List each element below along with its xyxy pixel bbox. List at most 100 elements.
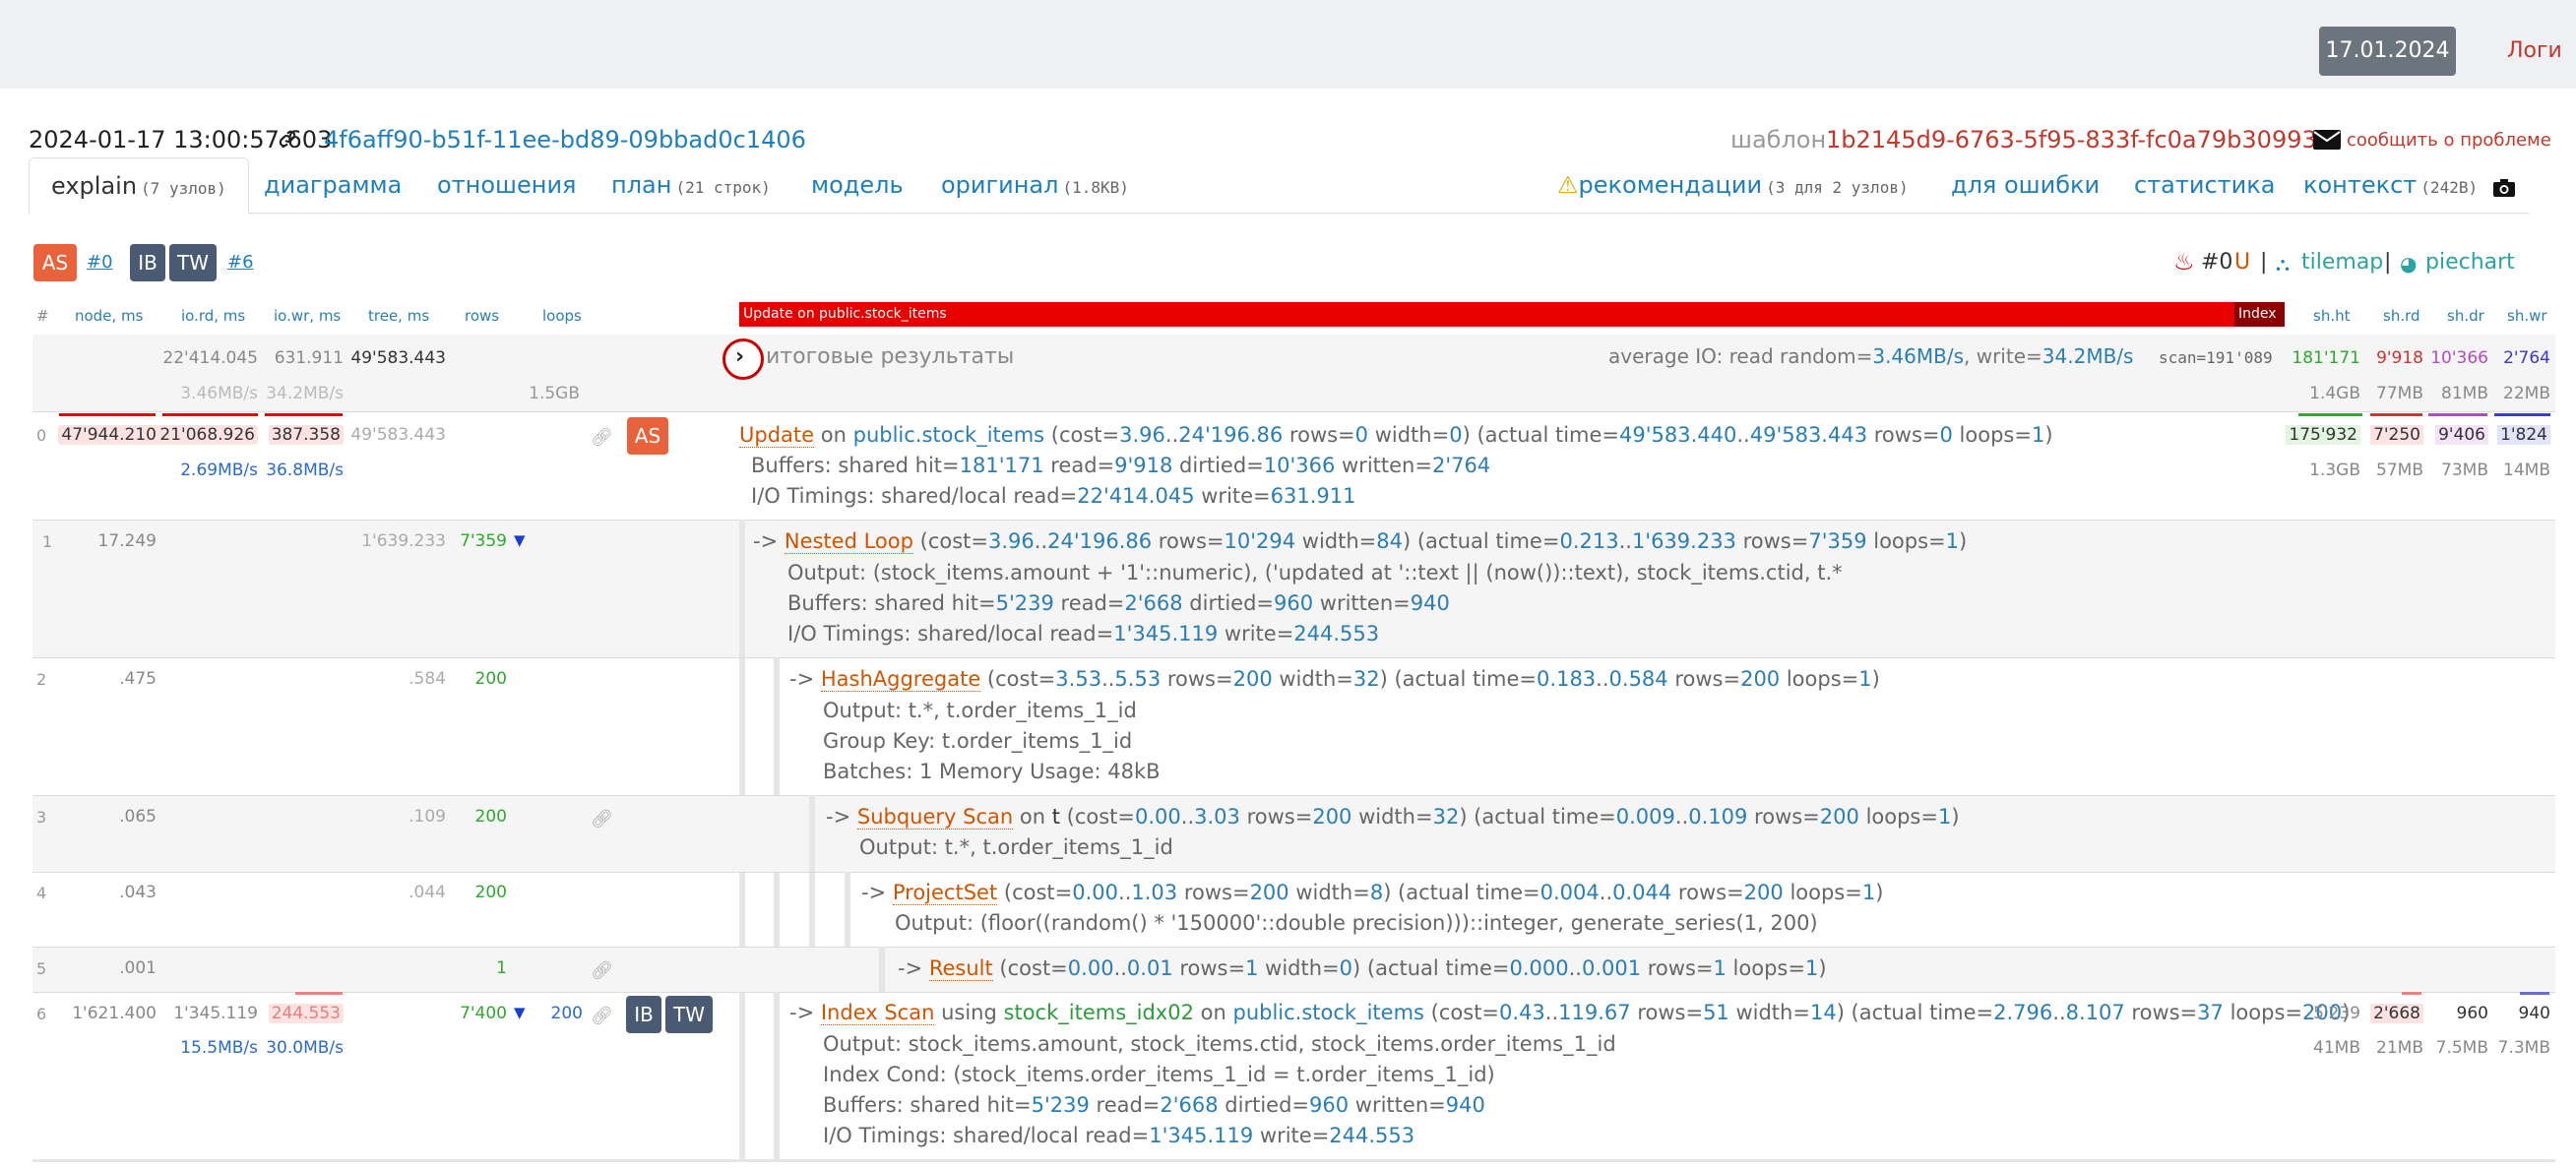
row3-node: .065 (119, 807, 157, 827)
col-iowr[interactable]: io.wr, ms (274, 307, 341, 325)
buffers-read: 9'918 (1114, 454, 1173, 477)
width: 32 (1352, 667, 1380, 691)
link-icon[interactable]: 🔗︎ (591, 427, 613, 448)
col-shwr[interactable]: sh.wr (2507, 307, 2547, 325)
node-name[interactable]: ProjectSet (892, 881, 998, 905)
tab-for-error[interactable]: для ошибки (1951, 157, 2100, 213)
camera-icon[interactable] (2492, 178, 2516, 202)
row4-rows: 200 (474, 883, 507, 902)
link-icon[interactable] (277, 128, 298, 155)
row0-shwr-size: 14MB (2503, 461, 2550, 480)
link-icon[interactable]: 🔗︎ (591, 1006, 613, 1026)
u-link[interactable]: U (2234, 250, 2250, 275)
tab-plan[interactable]: план (21 строк) (611, 157, 771, 213)
tab-context[interactable]: контекст (242B) (2303, 157, 2478, 213)
ibtw-ref-link[interactable]: #6 (227, 252, 254, 273)
tab-statistics[interactable]: статистика (2134, 157, 2275, 213)
node-name[interactable]: Subquery Scan (856, 805, 1014, 830)
node-name[interactable]: Index Scan (820, 1001, 935, 1025)
actual-loops: 1 (1861, 881, 1876, 904)
plan-node-result[interactable]: -> Result (cost=0.00..0.01 rows=1 width=… (898, 956, 1827, 981)
row3-rows: 200 (474, 807, 507, 827)
plan-node-nested-loop[interactable]: -> Nested Loop (cost=3.96..24'196.86 row… (753, 529, 1967, 554)
tab-plan-count: (21 строк) (675, 178, 771, 197)
plan-node-index-scan[interactable]: -> Index Scan using stock_items_idx02 on… (789, 1001, 2350, 1025)
tw-badge[interactable]: TW (169, 244, 217, 281)
tab-explain[interactable]: explain (7 узлов) (29, 157, 249, 215)
timeline-bar[interactable]: Update on public.stock_items (739, 302, 2234, 327)
fire-icon: ♨ (2173, 248, 2195, 276)
tab-relations[interactable]: отношения (437, 157, 577, 213)
plan-node-update[interactable]: Update on public.stock_items (cost=3.96.… (739, 423, 2053, 448)
row6-shdr-size: 7.5MB (2435, 1038, 2488, 1058)
io-timings-label: I/O Timings: shared/local read= (787, 622, 1114, 645)
ib-badge[interactable]: IB (626, 996, 661, 1033)
plan-id-link[interactable]: 4f6aff90-b51f-11ee-bd89-09bbad0c1406 (324, 126, 806, 154)
io-timings-label: I/O Timings: shared/local read= (751, 484, 1078, 508)
plan-node-hashaggregate[interactable]: -> HashAggregate (cost=3.53..5.53 rows=2… (789, 667, 1880, 692)
tilemap-link[interactable]: tilemap (2301, 250, 2383, 275)
col-rows[interactable]: rows (465, 307, 499, 325)
row-divider (32, 872, 2555, 873)
node-name[interactable]: HashAggregate (820, 667, 981, 692)
node-index[interactable]: stock_items_idx02 (1004, 1001, 1194, 1024)
ref-link[interactable]: #0 (2201, 250, 2232, 275)
piechart-link[interactable]: piechart (2425, 250, 2515, 275)
tab-explain-count: (7 узлов) (141, 179, 226, 198)
col-iord[interactable]: io.rd, ms (181, 307, 245, 325)
buffers-written: 940 (1445, 1093, 1485, 1117)
cost-start: 0.00 (1072, 881, 1119, 904)
summary-shht-size: 1.4GB (2309, 384, 2360, 403)
date-button[interactable]: 17.01.2024 (2319, 27, 2456, 76)
tw-badge[interactable]: TW (665, 996, 713, 1033)
tab-model[interactable]: модель (811, 157, 904, 213)
as-badge[interactable]: AS (33, 244, 77, 281)
io-timings-write: 244.553 (1329, 1124, 1415, 1147)
width: 0 (1449, 423, 1463, 447)
expand-toggle[interactable]: › (723, 338, 764, 380)
plan-node-subquery-scan[interactable]: -> Subquery Scan on t (cost=0.00..3.03 r… (826, 805, 1960, 830)
col-shdr[interactable]: sh.dr (2447, 307, 2484, 325)
cost-total: 24'196.86 (1047, 529, 1153, 553)
node-relation[interactable]: public.stock_items (853, 423, 1044, 447)
buffers-read-label: read= (1043, 454, 1115, 477)
timeline-index-bar[interactable]: Index (2234, 302, 2285, 327)
shrd-bar (2402, 992, 2421, 995)
cost-start: 3.53 (1055, 667, 1102, 691)
template-id-link[interactable]: 1b2145d9-6763-5f95-833f-fc0a79b30993 (1826, 126, 2317, 154)
row0-shdr: 9'406 (2435, 425, 2488, 445)
logs-link[interactable]: Логи (2507, 38, 2562, 63)
col-shrd[interactable]: sh.rd (2383, 307, 2420, 325)
tab-diagram[interactable]: диаграмма (264, 157, 402, 213)
summary-title: итоговые результаты (766, 344, 1015, 369)
table-bottom-border (32, 1159, 2555, 1162)
row3-tree: .109 (408, 807, 446, 827)
node-name[interactable]: Result (928, 956, 993, 981)
actual-loops: 1 (1937, 805, 1952, 829)
as-ref-link[interactable]: #0 (87, 252, 113, 273)
cost-start: 0.00 (1067, 956, 1114, 980)
col-loops[interactable]: loops (542, 307, 582, 325)
node-name[interactable]: Update (739, 423, 815, 448)
buffers-label: Buffers: shared hit= (823, 1093, 1032, 1117)
link-icon[interactable]: 🔗︎ (591, 960, 613, 981)
as-badge[interactable]: AS (627, 417, 668, 455)
plan-node-projectset[interactable]: -> ProjectSet (cost=0.00..1.03 rows=200 … (861, 881, 1883, 905)
row-divider (32, 411, 2555, 412)
col-tree[interactable]: tree, ms (368, 307, 429, 325)
buffers-written: 940 (1410, 591, 1450, 615)
node-name[interactable]: Nested Loop (784, 529, 913, 554)
piechart-icon: ◕ (2400, 252, 2418, 276)
node-relation[interactable]: public.stock_items (1233, 1001, 1424, 1024)
link-icon[interactable]: 🔗︎ (591, 809, 613, 830)
tab-original[interactable]: оригинал (1.8KB) (941, 157, 1129, 213)
tab-recommendations-label: рекомендации (1578, 171, 1763, 199)
report-problem-link[interactable]: сообщить о проблеме (2347, 130, 2551, 151)
row-num: 3 (36, 808, 47, 827)
tab-recommendations[interactable]: ⚠рекомендации (3 для 2 узлов) (1557, 157, 1909, 213)
col-shht[interactable]: sh.ht (2313, 307, 2350, 325)
col-node[interactable]: node, ms (75, 307, 143, 325)
rows-estimate: 200 (1232, 667, 1273, 691)
ib-badge[interactable]: IB (130, 244, 165, 281)
row-divider (32, 795, 2555, 796)
